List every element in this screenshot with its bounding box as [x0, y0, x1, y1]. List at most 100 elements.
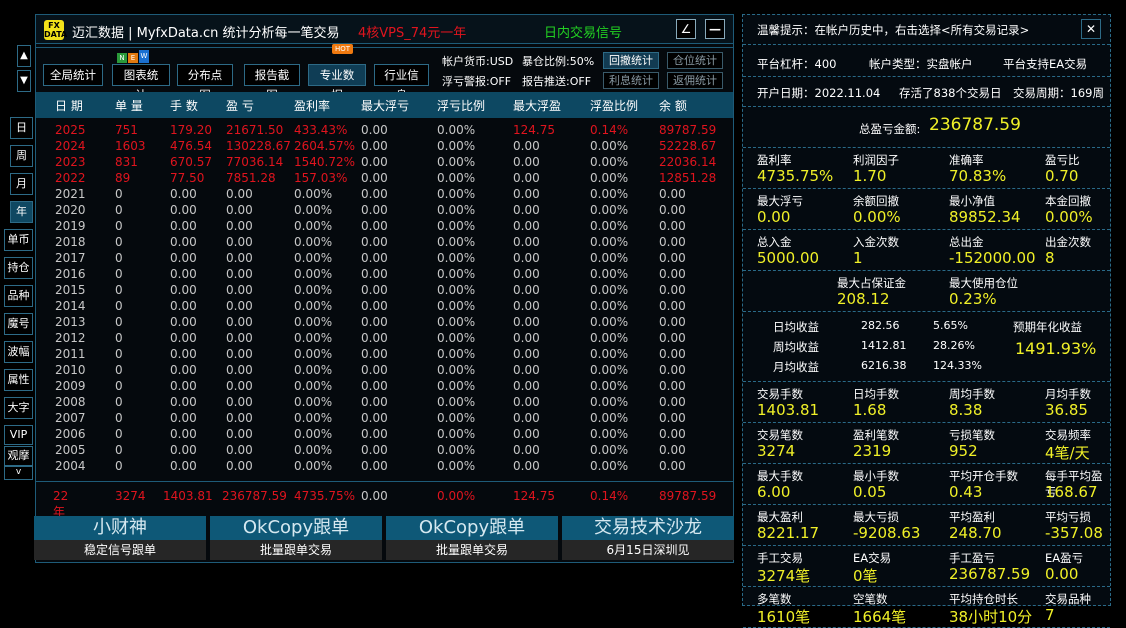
- stat-row: 最大盈利 8221.17 最大亏损 -9208.63 平均盈利 248.70 平均亏损 -35…: [743, 505, 1110, 546]
- stats-panel: 温馨提示：在帐户历史中，右击选择<所有交易记录> ✕ 平台杠杆：400 帐户类型：实盘…: [742, 14, 1111, 628]
- rebate-stats-button[interactable]: 返佣统计: [667, 72, 723, 89]
- table-cell: 0.00: [226, 203, 253, 217]
- table-row[interactable]: 2020 0 0.00 0.00 0.00% 0.00 0.00% 0.00 0.00% 0.00: [0, 203, 733, 219]
- avg-percent: 5.65%: [933, 319, 968, 332]
- table-cell: 2015: [55, 283, 86, 297]
- stat-row: 手工交易 3274笔 EA交易 0笔 手工盈亏 236787.59 EA盈亏 0.00: [743, 546, 1110, 587]
- table-cell: 0: [115, 459, 123, 473]
- toolbar-button-4[interactable]: 专业数据: [308, 64, 366, 102]
- column-header: 余 额: [659, 99, 687, 113]
- table-cell: 0.00: [361, 139, 388, 153]
- table-cell: 0.00%: [437, 363, 476, 377]
- table-cell: 0.00%: [590, 251, 629, 265]
- table-row[interactable]: 2022 89 77.50 7851.28 157.03% 0.00 0.00% 0.00 0.…: [0, 171, 733, 187]
- table-cell: 0.00: [226, 427, 253, 441]
- stat-label: 交易笔数: [757, 428, 803, 442]
- table-cell: 2021: [55, 187, 86, 201]
- summary-cell: 3274: [115, 489, 146, 503]
- table-cell: 52228.67: [659, 139, 717, 153]
- table-cell: 0.00%: [294, 187, 333, 201]
- stat-label: 交易品种: [1045, 592, 1091, 606]
- table-row[interactable]: 2004 0 0.00 0.00 0.00% 0.00 0.00% 0.00 0.00% 0.00: [0, 459, 733, 475]
- float-alert[interactable]: 浮亏警报:OFF: [442, 73, 511, 89]
- stat-value: 8: [1045, 249, 1055, 267]
- table-cell: 0.00%: [590, 267, 629, 281]
- table-cell: 0.00: [361, 203, 388, 217]
- table-cell: 2007: [55, 411, 86, 425]
- table-cell: 0.00: [170, 427, 197, 441]
- stat-label: 手工交易: [757, 551, 803, 565]
- table-cell: 0.00%: [590, 411, 629, 425]
- table-row[interactable]: 2025 751 179.20 21671.50 433.43% 0.00 0.00% 124…: [0, 123, 733, 139]
- ad-banner[interactable]: OkCopy跟单 批量跟单交易: [210, 516, 382, 560]
- stat-value: -9208.63: [853, 524, 921, 542]
- scroll-up-button[interactable]: ▲: [17, 45, 31, 67]
- table-cell: 0.00: [361, 379, 388, 393]
- table-cell: 0.00: [170, 331, 197, 345]
- table-row[interactable]: 2019 0 0.00 0.00 0.00% 0.00 0.00% 0.00 0.00% 0.00: [0, 219, 733, 235]
- stat-label: 盈亏比: [1045, 153, 1080, 167]
- table-row[interactable]: 2009 0 0.00 0.00 0.00% 0.00 0.00% 0.00 0.00% 0.00: [0, 379, 733, 395]
- table-cell: 0.00: [170, 267, 197, 281]
- table-row[interactable]: 2010 0 0.00 0.00 0.00% 0.00 0.00% 0.00 0.00% 0.00: [0, 363, 733, 379]
- table-row[interactable]: 2011 0 0.00 0.00 0.00% 0.00 0.00% 0.00 0.00% 0.00: [0, 347, 733, 363]
- table-cell: 0.00: [361, 235, 388, 249]
- table-cell: 0.00: [170, 251, 197, 265]
- table-cell: 0.00%: [590, 427, 629, 441]
- toolbar-button-3[interactable]: 报告截图: [244, 64, 300, 102]
- drawdown-stats-button[interactable]: 回撤统计: [603, 52, 659, 69]
- table-cell: 0.00: [659, 187, 686, 201]
- table-row[interactable]: 2005 0 0.00 0.00 0.00% 0.00 0.00% 0.00 0.00% 0.00: [0, 443, 733, 459]
- stat-value: 5000.00: [757, 249, 820, 267]
- table-cell: 0.00%: [590, 395, 629, 409]
- report-push[interactable]: 报告推送:OFF: [522, 73, 591, 89]
- ad-banner[interactable]: OkCopy跟单 批量跟单交易: [386, 516, 558, 560]
- toolbar-button-1[interactable]: 图表统计: [112, 64, 170, 102]
- close-icon[interactable]: ✕: [1081, 19, 1101, 39]
- table-cell: 2023: [55, 155, 86, 169]
- position-stats-button[interactable]: 仓位统计: [667, 52, 723, 69]
- table-cell: 0.00: [226, 331, 253, 345]
- table-cell: 0.00: [170, 315, 197, 329]
- scroll-down-button[interactable]: ▼: [17, 70, 31, 92]
- trade-period: 交易周期：169周: [1013, 86, 1104, 100]
- table-cell: 2018: [55, 235, 86, 249]
- stat-value: 208.12: [837, 290, 890, 308]
- stat-value: 1.68: [853, 401, 887, 419]
- table-cell: 0: [115, 187, 123, 201]
- table-cell: 0.00%: [437, 379, 476, 393]
- ad-banner[interactable]: 小财神 稳定信号跟单: [34, 516, 206, 560]
- table-row[interactable]: 2024 1603 476.54 130228.67 2604.57% 0.00 0.00%…: [0, 139, 733, 155]
- table-cell: 0.00: [513, 139, 540, 153]
- table-row[interactable]: 2016 0 0.00 0.00 0.00% 0.00 0.00% 0.00 0.00% 0.00: [0, 267, 733, 283]
- signal-promo-link[interactable]: 日内交易信号: [544, 22, 622, 41]
- table-row[interactable]: 2021 0 0.00 0.00 0.00% 0.00 0.00% 0.00 0.00% 0.00: [0, 187, 733, 203]
- table-row[interactable]: 2014 0 0.00 0.00 0.00% 0.00 0.00% 0.00 0.00% 0.00: [0, 299, 733, 315]
- table-row[interactable]: 2017 0 0.00 0.00 0.00% 0.00 0.00% 0.00 0.00% 0.00: [0, 251, 733, 267]
- toolbar-button-2[interactable]: 分布点图: [177, 64, 233, 102]
- table-row[interactable]: 2018 0 0.00 0.00 0.00% 0.00 0.00% 0.00 0.00% 0.00: [0, 235, 733, 251]
- table-cell: 0.00: [659, 299, 686, 313]
- table-row[interactable]: 2013 0 0.00 0.00 0.00% 0.00 0.00% 0.00 0.00% 0.00: [0, 315, 733, 331]
- table-cell: 2009: [55, 379, 86, 393]
- pen-icon[interactable]: ∠: [676, 19, 696, 39]
- table-cell: 0: [115, 347, 123, 361]
- interest-stats-button[interactable]: 利息统计: [603, 72, 659, 89]
- vps-promo-link[interactable]: 4核VPS_74元一年: [358, 22, 466, 41]
- table-row[interactable]: 2023 831 670.57 77036.14 1540.72% 0.00 0.00% 0.…: [0, 155, 733, 171]
- table-row[interactable]: 2015 0 0.00 0.00 0.00% 0.00 0.00% 0.00 0.00% 0.00: [0, 283, 733, 299]
- table-cell: 0: [115, 267, 123, 281]
- table-row[interactable]: 2012 0 0.00 0.00 0.00% 0.00 0.00% 0.00 0.00% 0.00: [0, 331, 733, 347]
- table-row[interactable]: 2007 0 0.00 0.00 0.00% 0.00 0.00% 0.00 0.00% 0.00: [0, 411, 733, 427]
- toolbar-button-5[interactable]: 行业信息: [374, 64, 429, 102]
- stat-label: 平均盈利: [949, 510, 995, 524]
- toolbar-button-0[interactable]: 全局统计: [43, 64, 103, 86]
- ad-subtitle: 批量跟单交易: [386, 540, 558, 560]
- stat-label: 亏损笔数: [949, 428, 995, 442]
- table-row[interactable]: 2006 0 0.00 0.00 0.00% 0.00 0.00% 0.00 0.00% 0.00: [0, 427, 733, 443]
- table-cell: 0.00: [513, 203, 540, 217]
- minus-icon[interactable]: —: [705, 19, 725, 39]
- table-cell: 2004: [55, 459, 86, 473]
- ad-banner[interactable]: 交易技术沙龙 6月15日深圳见: [562, 516, 734, 560]
- table-row[interactable]: 2008 0 0.00 0.00 0.00% 0.00 0.00% 0.00 0.00% 0.00: [0, 395, 733, 411]
